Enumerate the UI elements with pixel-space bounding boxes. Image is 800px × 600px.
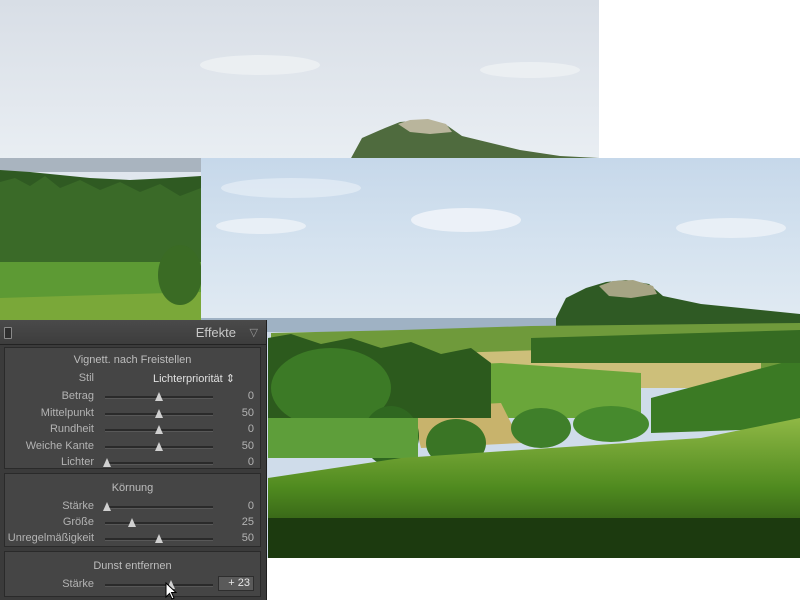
- slider-value[interactable]: 0: [224, 423, 254, 435]
- dehaze-amount-label: Stärke: [62, 578, 94, 590]
- slider-label: Lichter: [60, 456, 94, 468]
- slider-value[interactable]: 50: [224, 407, 254, 419]
- slider-label: Weiche Kante: [25, 440, 94, 452]
- style-label: Stil: [78, 372, 94, 384]
- photo-after: [201, 158, 800, 558]
- slider-row: Rundheit 0: [5, 423, 260, 437]
- slider-row: Betrag 0: [5, 390, 260, 404]
- slider-value[interactable]: 0: [224, 390, 254, 402]
- panel-switch-icon[interactable]: [4, 327, 12, 339]
- style-dropdown[interactable]: Lichterpriorität ⇕: [153, 372, 235, 385]
- mouse-pointer-icon: [165, 582, 178, 600]
- slider-row: Mittelpunkt 50: [5, 407, 260, 421]
- style-row: Stil Lichterpriorität ⇕: [5, 372, 260, 386]
- slider-thumb[interactable]: [103, 502, 112, 511]
- slider-label: Stärke: [62, 500, 94, 512]
- slider-row: Lichter 0: [5, 456, 260, 470]
- effects-panel: Effekte ▽ Vignett. nach Freistellen Stil…: [0, 320, 267, 600]
- panel-title: Effekte: [195, 325, 236, 340]
- grain-title: Körnung: [111, 482, 154, 494]
- dehaze-slider-row: Stärke + 23: [5, 576, 260, 592]
- slider-label: Mittelpunkt: [40, 407, 94, 419]
- slider-thumb[interactable]: [155, 425, 163, 434]
- slider-track[interactable]: [105, 442, 213, 451]
- slider-track[interactable]: [105, 518, 213, 527]
- slider-row: Stärke 0: [5, 500, 260, 514]
- slider-value[interactable]: 50: [224, 440, 254, 452]
- dehaze-value-field[interactable]: + 23: [218, 576, 254, 591]
- dehaze-section: Dunst entfernen Stärke + 23: [4, 551, 261, 597]
- vignette-title: Vignett. nach Freistellen: [73, 354, 192, 366]
- dehaze-title: Dunst entfernen: [93, 560, 172, 572]
- slider-row: Weiche Kante 50: [5, 440, 260, 454]
- slider-track[interactable]: [105, 534, 213, 543]
- grain-section: Körnung Stärke 0 Größe 25 Unregelmäßigke…: [4, 473, 261, 547]
- slider-value[interactable]: 50: [224, 532, 254, 544]
- slider-track[interactable]: [105, 409, 213, 418]
- slider-thumb[interactable]: [155, 392, 163, 401]
- slider-thumb[interactable]: [155, 534, 163, 543]
- dehaze-slider-track[interactable]: [105, 580, 213, 589]
- slider-thumb[interactable]: [155, 442, 163, 451]
- slider-thumb[interactable]: [155, 409, 163, 418]
- slider-row: Größe 25: [5, 516, 260, 530]
- slider-track[interactable]: [103, 458, 213, 467]
- slider-row: Unregelmäßigkeit 50: [5, 532, 260, 546]
- vignette-section: Vignett. nach Freistellen Stil Lichterpr…: [4, 347, 261, 469]
- slider-track[interactable]: [103, 502, 213, 511]
- slider-value[interactable]: 25: [224, 516, 254, 528]
- slider-value[interactable]: 0: [224, 500, 254, 512]
- slider-track[interactable]: [105, 392, 213, 401]
- panel-header[interactable]: Effekte ▽: [0, 320, 266, 345]
- slider-label: Betrag: [61, 390, 94, 402]
- slider-value[interactable]: 0: [224, 456, 254, 468]
- slider-thumb[interactable]: [128, 518, 136, 527]
- slider-label: Größe: [62, 516, 94, 528]
- slider-label: Unregelmäßigkeit: [7, 532, 94, 544]
- slider-label: Rundheit: [49, 423, 94, 435]
- slider-track[interactable]: [105, 425, 213, 434]
- collapse-triangle-icon[interactable]: ▽: [250, 326, 258, 339]
- slider-thumb[interactable]: [103, 458, 112, 467]
